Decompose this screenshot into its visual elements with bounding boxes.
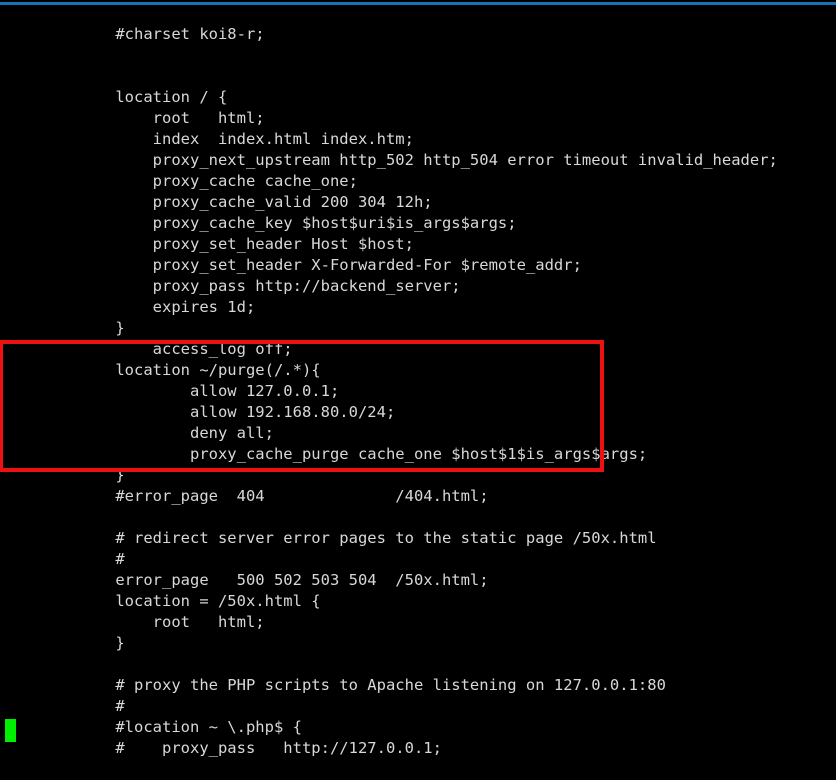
terminal-line: proxy_cache cache_one; [78, 171, 358, 190]
terminal-line: deny all; [78, 423, 274, 442]
terminal-line: expires 1d; [78, 297, 256, 316]
terminal-line: # [78, 696, 125, 715]
terminal-line: root html; [78, 612, 265, 631]
terminal-line: allow 127.0.0.1; [78, 381, 340, 400]
terminal-line: #error_page 404 /404.html; [78, 486, 489, 505]
terminal-line: location = /50x.html { [78, 591, 321, 610]
terminal-line: # proxy the PHP scripts to Apache listen… [78, 675, 666, 694]
terminal-cursor [5, 719, 16, 742]
terminal-line: error_page 500 502 503 504 /50x.html; [78, 570, 489, 589]
terminal-line: } [78, 318, 125, 337]
terminal-line: # proxy_pass http://127.0.0.1; [78, 738, 442, 757]
terminal-text-area[interactable]: #charset koi8-r; location / { root html;… [78, 24, 836, 759]
terminal-window: #charset koi8-r; location / { root html;… [0, 0, 836, 780]
terminal-line: } [78, 465, 125, 484]
terminal-line: location / { [78, 87, 228, 106]
terminal-line: location ~/purge(/.*){ [78, 360, 321, 379]
terminal-line: } [78, 633, 125, 652]
window-accent-bar [0, 2, 836, 5]
terminal-line: allow 192.168.80.0/24; [78, 402, 396, 421]
terminal-line: proxy_next_upstream http_502 http_504 er… [78, 150, 778, 169]
terminal-line: access_log off; [78, 339, 293, 358]
terminal-line: root html; [78, 108, 265, 127]
terminal-line: # [78, 549, 125, 568]
terminal-line: index index.html index.htm; [78, 129, 414, 148]
terminal-line: proxy_set_header X-Forwarded-For $remote… [78, 255, 582, 274]
terminal-line: proxy_cache_valid 200 304 12h; [78, 192, 433, 211]
terminal-line: proxy_cache_purge cache_one $host$1$is_a… [78, 444, 648, 463]
terminal-line: proxy_pass http://backend_server; [78, 276, 461, 295]
terminal-line: # redirect server error pages to the sta… [78, 528, 657, 547]
terminal-line: #charset koi8-r; [78, 24, 265, 43]
terminal-line: proxy_cache_key $host$uri$is_args$args; [78, 213, 517, 232]
terminal-line: #location ~ \.php$ { [78, 717, 302, 736]
terminal-line: proxy_set_header Host $host; [78, 234, 414, 253]
